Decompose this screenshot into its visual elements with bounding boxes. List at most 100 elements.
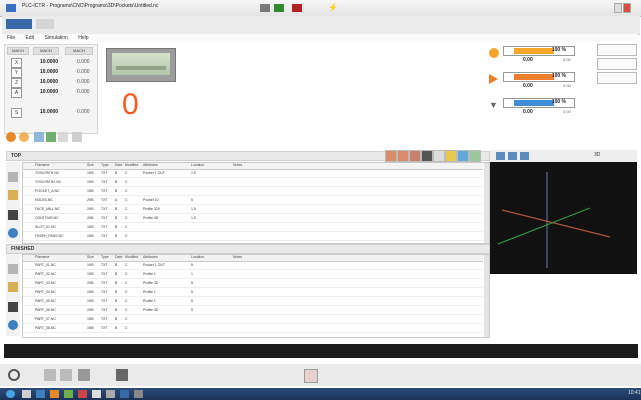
open-icon[interactable] (34, 132, 44, 142)
taskbar-app-icon[interactable] (78, 390, 87, 398)
column-header[interactable]: Modified (125, 163, 138, 167)
taskbar-app-icon[interactable] (50, 390, 59, 398)
view-icon[interactable] (469, 150, 481, 162)
table-row[interactable]: HOLES.NC 2KB TXT A C Pocket 10 5 (23, 197, 483, 205)
column-header[interactable]: Attributes (143, 163, 158, 167)
tool-icon[interactable] (72, 132, 82, 142)
table-row[interactable]: POCKET_A.NC 1KB TXT B C (23, 188, 483, 196)
table-row[interactable]: PART_08.NC 1KB TXT B C (23, 325, 483, 333)
folder-icon[interactable] (8, 190, 18, 200)
column-header[interactable]: Size (87, 163, 94, 167)
axis-a-button[interactable]: A (11, 88, 22, 98)
view-icon[interactable] (520, 152, 529, 160)
table-row[interactable]: TOOLPATH2.NC 1KB TXT B C (23, 179, 483, 187)
close-button[interactable] (623, 3, 631, 13)
table-cell: C (125, 207, 128, 211)
table-row[interactable]: PART_06.NC 2KB TXT B C Profile 3D 5 (23, 307, 483, 315)
print-icon[interactable] (116, 369, 128, 381)
finished-table-scrollbar[interactable] (484, 255, 489, 337)
view-icon[interactable] (409, 150, 421, 162)
column-header[interactable]: Filename (35, 163, 49, 167)
side-field[interactable] (597, 44, 637, 56)
jog-icon[interactable] (44, 369, 56, 381)
doc-icon[interactable] (304, 369, 318, 383)
column-header[interactable]: Type (101, 255, 109, 259)
save-icon[interactable] (8, 302, 18, 312)
menu-edit[interactable]: Edit (25, 35, 34, 41)
menu-simulation[interactable]: Simulation (44, 35, 67, 41)
view-icon[interactable] (508, 152, 517, 160)
table-row[interactable]: PART_02.NC 1KB TXT B C Profile 1 1 (23, 271, 483, 279)
table-row[interactable]: FACE_MILL.NC 2KB TXT B C Profile 320 1.5 (23, 206, 483, 214)
table-cell: TXT (101, 198, 108, 202)
dock-tab[interactable] (36, 19, 54, 29)
rapid-override-slider[interactable]: 100 % (503, 72, 575, 82)
arrow-icon[interactable] (58, 132, 68, 142)
minimize-button[interactable] (614, 3, 622, 13)
taskbar-app-icon[interactable] (92, 390, 101, 398)
record-icon[interactable] (6, 132, 16, 142)
column-header[interactable]: Notes (233, 255, 242, 259)
view-icon[interactable] (385, 150, 397, 162)
edit-icon[interactable] (46, 132, 56, 142)
taskbar-app-icon[interactable] (134, 390, 143, 398)
column-header[interactable]: Modified (125, 255, 138, 259)
axis-s-button[interactable]: S (11, 108, 22, 118)
start-icon[interactable] (6, 390, 15, 398)
view-icon[interactable] (397, 150, 409, 162)
window-title: PLC-ICTR - Programs\CNC\Programs\3D\Pock… (22, 3, 159, 9)
view-icon[interactable] (421, 150, 433, 162)
toolbar-play-icon[interactable] (260, 4, 270, 12)
menu-file[interactable]: File (7, 35, 15, 41)
folder-icon[interactable] (8, 282, 18, 292)
save-icon[interactable] (8, 210, 18, 220)
column-header[interactable]: Date (115, 255, 122, 259)
side-field[interactable] (597, 58, 637, 70)
taskbar-app-icon[interactable] (106, 390, 115, 398)
load-icon[interactable] (8, 264, 18, 274)
grid-icon[interactable] (78, 369, 90, 381)
column-header[interactable]: Size (87, 255, 94, 259)
table-row[interactable]: PART_07.NC 1KB TXT B C (23, 316, 483, 324)
rapid-override-row: 100 % 0.00 0.00 (487, 70, 583, 94)
dock-tab-active[interactable] (6, 19, 32, 29)
3d-view[interactable] (490, 162, 637, 274)
jog-icon[interactable] (60, 369, 72, 381)
power-icon[interactable] (8, 369, 20, 381)
top-table-scrollbar[interactable] (484, 163, 489, 243)
menu-help[interactable]: Help (78, 35, 88, 41)
taskbar-app-icon[interactable] (22, 390, 31, 398)
column-header[interactable]: Notes (233, 163, 242, 167)
column-header[interactable]: Attributes (143, 255, 158, 259)
table-row[interactable]: PART_03.NC 2KB TXT B C Profile 3D 5 (23, 280, 483, 288)
table-row[interactable]: SLOT_01.NC 1KB TXT B C (23, 224, 483, 232)
table-row[interactable]: FINISH_PASS.NC 1KB TXT B C (23, 233, 483, 241)
column-header[interactable]: Filename (35, 255, 49, 259)
table-row[interactable]: PART_05.NC 1KB TXT B C Profile 1 5 (23, 298, 483, 306)
globe-icon[interactable] (8, 320, 18, 330)
toolbar-stop-icon[interactable] (274, 4, 284, 12)
taskbar-app-icon[interactable] (120, 390, 129, 398)
load-icon[interactable] (8, 172, 18, 182)
table-row[interactable]: CONTOUR.NC 2KB TXT B C Profile 3D 1.5 (23, 215, 483, 223)
side-field[interactable] (597, 72, 637, 84)
taskbar-app-icon[interactable] (64, 390, 73, 398)
table-row[interactable]: TOOLPATH.NC 1KB TXT B C Pocket 1 OUT 1.5 (23, 170, 483, 178)
view-icon[interactable] (457, 150, 469, 162)
view-icon[interactable] (445, 150, 457, 162)
gear-icon[interactable] (19, 132, 29, 142)
view-icon[interactable] (433, 150, 445, 162)
view-icon[interactable] (496, 152, 505, 160)
toolbar-bolt-icon[interactable]: ⚡ (328, 4, 338, 12)
taskbar-app-icon[interactable] (36, 390, 45, 398)
column-header[interactable]: Location (191, 255, 204, 259)
column-header[interactable]: Date (115, 163, 122, 167)
globe-icon[interactable] (8, 228, 18, 238)
table-row[interactable]: PART_01.NC 1KB TXT B C Pocket 1 OUT 5 (23, 262, 483, 270)
toolbar-record-icon[interactable] (292, 4, 302, 12)
spindle-override-slider[interactable]: 100 % (503, 98, 575, 108)
table-row[interactable]: PART_04.NC 1KB TXT B C Profile 1 5 (23, 289, 483, 297)
column-header[interactable]: Type (101, 163, 109, 167)
column-header[interactable]: Location (191, 163, 204, 167)
feed-override-slider[interactable]: 100 % (503, 46, 575, 56)
